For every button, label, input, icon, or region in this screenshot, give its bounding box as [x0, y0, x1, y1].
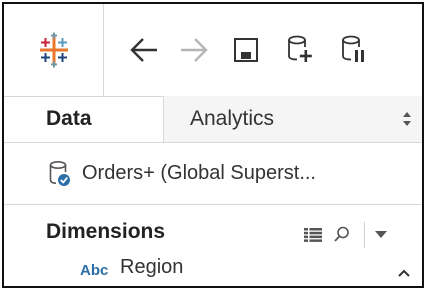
view-toggle-button[interactable]	[304, 228, 322, 242]
database-add-icon	[288, 35, 312, 62]
tab-data[interactable]: Data	[4, 96, 164, 142]
sort-arrows-icon	[403, 112, 411, 126]
field-name: Region	[120, 256, 184, 278]
back-button[interactable]	[122, 4, 166, 96]
caret-down-icon	[375, 231, 387, 238]
data-source-item[interactable]: Orders+ (Global Superst...	[4, 143, 422, 205]
dimensions-menu-button[interactable]	[375, 231, 387, 239]
string-type-icon: Abc	[80, 262, 109, 279]
tab-analytics[interactable]: Analytics	[164, 96, 422, 142]
arrow-left-icon	[130, 38, 157, 62]
data-source-icon	[49, 160, 70, 186]
list-view-icon	[304, 228, 322, 242]
pause-updates-button[interactable]	[334, 4, 374, 96]
pane-tabs: Data Analytics	[4, 96, 422, 143]
dimensions-actions	[304, 222, 387, 248]
tab-analytics-label: Analytics	[190, 107, 275, 130]
toolbar-divider	[364, 222, 365, 248]
tableau-logo-icon[interactable]	[4, 4, 104, 96]
save-icon	[234, 38, 258, 62]
tableau-data-pane: Data Analytics Orders+ (Global Superst..…	[2, 2, 424, 288]
data-source-label: Orders+ (Global Superst...	[82, 162, 316, 184]
database-pause-icon	[342, 35, 364, 62]
forward-button[interactable]	[172, 4, 216, 96]
arrow-right-icon	[181, 38, 208, 62]
chevron-up-icon	[398, 269, 410, 277]
toolbar	[4, 4, 422, 97]
new-data-source-button[interactable]	[278, 4, 322, 96]
scroll-up-button[interactable]	[391, 260, 417, 286]
dimensions-title: Dimensions	[46, 220, 166, 243]
save-button[interactable]	[224, 4, 268, 96]
dimensions-header: Dimensions	[4, 206, 422, 250]
search-button[interactable]	[334, 226, 350, 244]
field-item-region[interactable]: Abc Region	[4, 250, 384, 284]
search-icon	[334, 226, 349, 242]
